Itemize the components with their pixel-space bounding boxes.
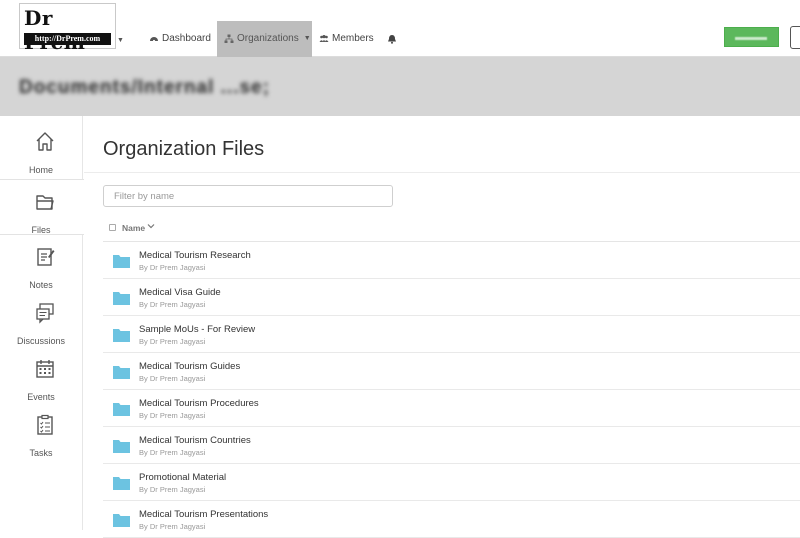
nav-organizations[interactable]: Organizations ▼ [217, 21, 312, 57]
file-name[interactable]: Medical Tourism Countries [139, 435, 251, 446]
main-content: Organization Files Name Medical Tourism … [84, 116, 800, 538]
sidebar-item-notes[interactable]: Notes [0, 235, 83, 291]
logo-title: Dr Prem [24, 6, 85, 54]
top-navbar: Dr Prem http://DrPrem.com ▼ Dashboard Or… [0, 0, 800, 57]
chevron-down-icon[interactable] [147, 222, 155, 230]
table-header: Name [103, 220, 800, 242]
sidebar-item-events[interactable]: Events [0, 347, 83, 403]
table-row[interactable]: Medical Tourism Countries By Dr Prem Jagy… [103, 427, 800, 464]
nav-organizations-label: Organizations [237, 33, 299, 44]
nav-dashboard-label: Dashboard [162, 33, 211, 44]
sitemap-icon [224, 34, 234, 43]
select-all-checkbox[interactable] [109, 224, 116, 231]
folder-icon [113, 440, 130, 453]
logo-dropdown-caret-icon[interactable]: ▼ [117, 37, 124, 44]
nav-members-label: Members [332, 33, 374, 44]
edge-button[interactable] [790, 26, 800, 49]
sidebar-item-label: Files [31, 225, 51, 235]
sidebar-item-label: Events [27, 392, 55, 402]
sidebar-item-files[interactable]: Files [0, 179, 84, 235]
bell-icon [388, 35, 396, 44]
table-row[interactable]: Medical Visa Guide By Dr Prem Jagyasi [103, 279, 800, 316]
files-icon [36, 195, 54, 210]
divider [84, 172, 800, 173]
sidebar-item-discussions[interactable]: Discussions [0, 291, 83, 347]
column-header-name[interactable]: Name [122, 223, 145, 233]
dashboard-icon [150, 37, 158, 43]
discussions-icon [36, 303, 54, 324]
file-name[interactable]: Medical Tourism Presentations [139, 509, 268, 520]
file-owner: By Dr Prem Jagyasi [139, 448, 206, 457]
filter-input[interactable] [103, 185, 393, 207]
account-button[interactable] [724, 27, 779, 47]
sidebar-item-label: Tasks [29, 448, 53, 458]
table-row[interactable]: Medical Tourism Procedures By Dr Prem Jag… [103, 390, 800, 427]
file-owner: By Dr Prem Jagyasi [139, 485, 206, 494]
table-row[interactable]: Sample MoUs - For Review By Dr Prem Jagya… [103, 316, 800, 353]
tasks-icon [37, 414, 53, 435]
file-owner: By Dr Prem Jagyasi [139, 300, 206, 309]
calendar-icon [36, 360, 54, 378]
organization-banner: Documents/Internal ...se; [0, 57, 800, 116]
file-name[interactable]: Medical Tourism Research [139, 250, 251, 261]
table-row[interactable]: Medical Tourism Presentations By Dr Prem … [103, 501, 800, 538]
sidebar: Home Files Notes Discussions Events Task… [0, 116, 84, 530]
sidebar-item-label: Notes [29, 280, 53, 290]
table-row[interactable]: Medical Tourism Research By Dr Prem Jagya… [103, 242, 800, 279]
home-icon [36, 132, 54, 151]
table-row[interactable]: Promotional Material By Dr Prem Jagyasi [103, 464, 800, 501]
sidebar-item-label: Home [28, 165, 53, 175]
nav-members[interactable]: Members [319, 21, 374, 57]
folder-icon [113, 329, 130, 342]
table-row[interactable]: Medical Tourism Guides By Dr Prem Jagyasi [103, 353, 800, 390]
sidebar-item-home[interactable]: Home [0, 120, 83, 176]
site-logo[interactable]: Dr Prem http://DrPrem.com [19, 3, 116, 54]
nav-dashboard[interactable]: Dashboard [149, 21, 211, 57]
file-owner: By Dr Prem Jagyasi [139, 374, 206, 383]
folder-icon [113, 292, 130, 305]
file-name[interactable]: Medical Visa Guide [139, 287, 221, 298]
file-owner: By Dr Prem Jagyasi [139, 411, 206, 420]
folder-icon [113, 255, 130, 268]
folder-icon [113, 514, 130, 527]
logo-url: http://DrPrem.com [24, 33, 111, 45]
file-name[interactable]: Medical Tourism Guides [139, 361, 240, 372]
sidebar-item-tasks[interactable]: Tasks [0, 403, 83, 459]
file-name[interactable]: Promotional Material [139, 472, 226, 483]
chevron-down-icon: ▼ [303, 35, 311, 42]
sidebar-item-label: Discussions [16, 336, 65, 346]
folder-icon [113, 477, 130, 490]
banner-title: Documents/Internal ...se; [19, 77, 270, 98]
folder-icon [113, 366, 130, 379]
file-name[interactable]: Medical Tourism Procedures [139, 398, 259, 409]
users-icon [319, 35, 329, 42]
nav-notifications[interactable] [387, 21, 397, 57]
page-title: Organization Files [103, 138, 265, 160]
blurred-label [735, 37, 767, 40]
notes-icon [37, 248, 55, 266]
file-name[interactable]: Sample MoUs - For Review [139, 324, 255, 335]
folder-icon [113, 403, 130, 416]
file-owner: By Dr Prem Jagyasi [139, 337, 206, 346]
file-owner: By Dr Prem Jagyasi [139, 263, 206, 272]
